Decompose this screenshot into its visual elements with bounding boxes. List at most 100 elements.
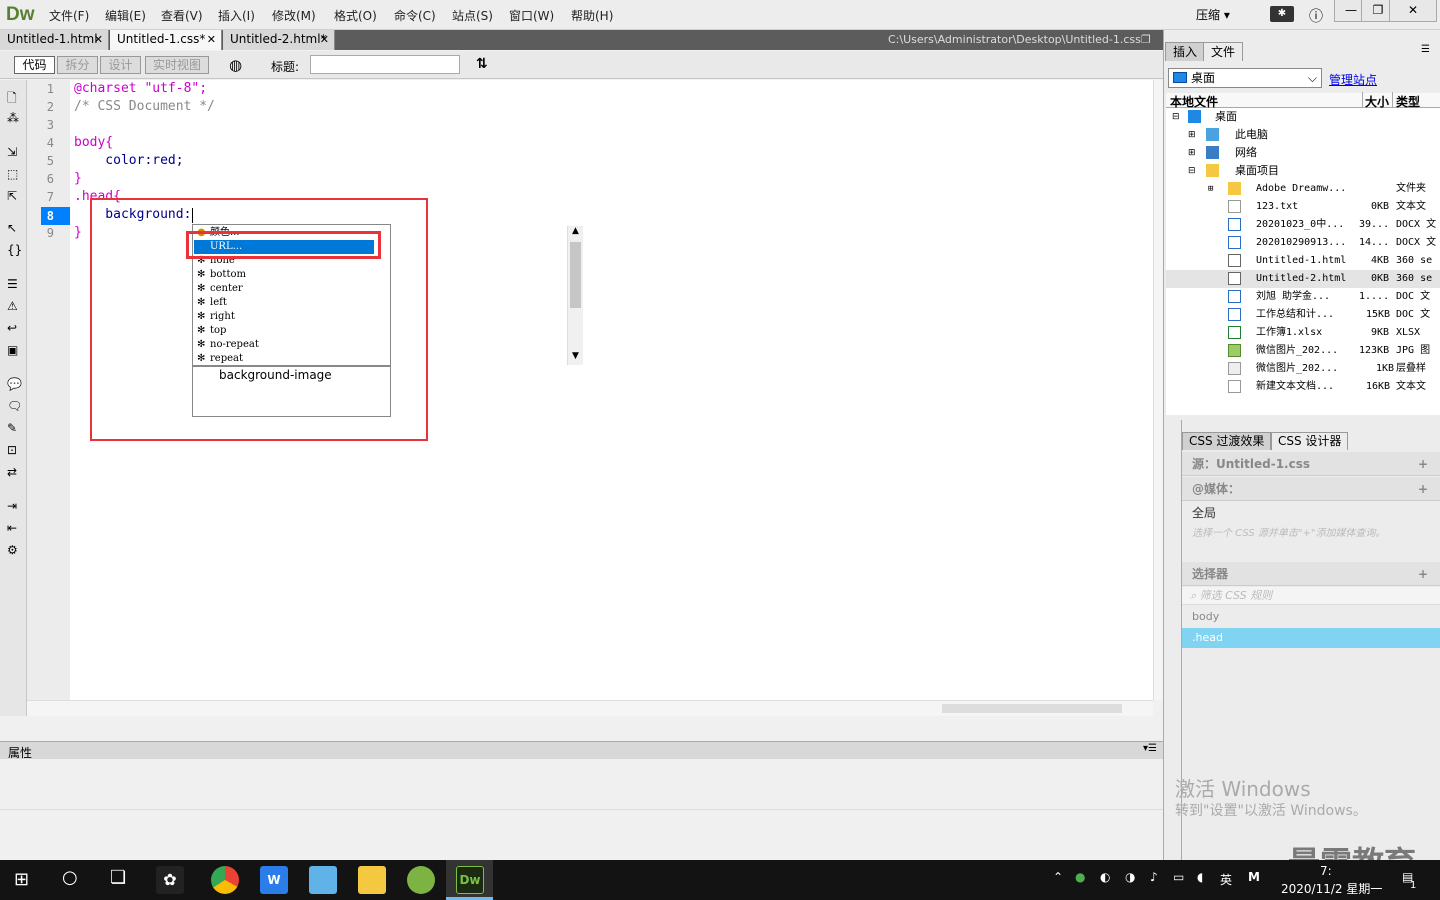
indent-icon[interactable]: ⇥: [7, 499, 17, 513]
tab-files[interactable]: 文件: [1203, 42, 1244, 61]
app-green-icon[interactable]: [407, 866, 435, 894]
workspace-switcher[interactable]: 压缩 ▾: [1196, 6, 1230, 23]
file-row[interactable]: 刘旭 助学金... 1.... DOC 文: [1166, 288, 1440, 306]
ime-indicator[interactable]: 英: [1220, 871, 1232, 888]
menu-insert[interactable]: 插入(I): [218, 7, 255, 24]
file-row[interactable]: 工作总结和计... 15KB DOC 文: [1166, 306, 1440, 324]
chrome-icon[interactable]: [211, 866, 239, 894]
file-row[interactable]: 20201029091З... 14... DOCX 文: [1166, 234, 1440, 252]
chevron-up-icon[interactable]: ⌃: [1053, 870, 1063, 884]
properties-panel-header[interactable]: 属性 ▾☰: [0, 741, 1163, 760]
wrap-tag-icon[interactable]: ✎: [7, 421, 17, 435]
tree-node[interactable]: ⊟ 桌面项目: [1166, 162, 1440, 180]
menu-window[interactable]: 窗口(W): [509, 7, 554, 24]
scroll-thumb[interactable]: [942, 704, 1122, 713]
hint-scrollbar[interactable]: ▲ ▼: [567, 226, 583, 365]
clock-time[interactable]: 7:: [1320, 864, 1332, 878]
balance-braces-icon[interactable]: {}: [7, 243, 22, 257]
tab-untitled-1-css[interactable]: Untitled-1.css* ✕: [110, 30, 222, 50]
chevron-up-icon[interactable]: ▲: [572, 226, 579, 236]
file-row[interactable]: ⊞ Adobe Dreamw... 文件夹: [1166, 180, 1440, 198]
file-row[interactable]: 微信图片_202... 123KB JPG 图: [1166, 342, 1440, 360]
task-view-icon[interactable]: ❏: [110, 867, 126, 888]
file-row[interactable]: 微信图片_202... 1KB 层叠样: [1166, 360, 1440, 378]
tree-node-desktop[interactable]: ⊟ 桌面: [1166, 108, 1440, 126]
ime-mode-icon[interactable]: M: [1248, 870, 1260, 884]
format-source-icon[interactable]: ⚙: [7, 543, 18, 557]
live-view-button[interactable]: 实时视图: [145, 56, 209, 74]
notes-icon[interactable]: [309, 866, 337, 894]
notification-bell-icon[interactable]: ♪: [1150, 870, 1158, 884]
info-icon[interactable]: ⓘ: [1309, 6, 1323, 26]
tab-untitled-1-html[interactable]: Untitled-1.html ✕: [0, 30, 109, 50]
menu-edit[interactable]: 编辑(E): [105, 7, 146, 24]
tree-node[interactable]: ⊞ 此电脑: [1166, 126, 1440, 144]
qq-icon[interactable]: ◑: [1125, 870, 1135, 884]
tab-insert[interactable]: 插入: [1165, 42, 1206, 61]
chevron-down-icon[interactable]: ▼: [572, 351, 579, 361]
menu-view[interactable]: 查看(V): [161, 7, 203, 24]
browser-preview-icon[interactable]: ◍: [229, 56, 242, 74]
panel-menu-icon[interactable]: ☰: [1421, 44, 1430, 55]
file-explorer-icon[interactable]: [358, 866, 386, 894]
editor-horizontal-scrollbar[interactable]: [27, 700, 1153, 716]
restore-document-icon[interactable]: ❐: [1141, 33, 1151, 46]
selector-body[interactable]: body: [1192, 610, 1219, 623]
close-icon[interactable]: ✕: [94, 30, 103, 49]
qq-icon[interactable]: ◐: [1100, 870, 1110, 884]
collapse-icon[interactable]: ⇱: [7, 189, 17, 203]
split-view-button[interactable]: 拆分: [57, 56, 98, 74]
menu-commands[interactable]: 命令(C): [394, 7, 436, 24]
manage-site-link[interactable]: 管理站点: [1329, 71, 1377, 88]
recent-snippets-icon[interactable]: ⊡: [7, 443, 17, 457]
select-parent-tag-icon[interactable]: ⬚: [7, 167, 18, 181]
close-icon[interactable]: ✕: [207, 30, 216, 49]
add-icon[interactable]: +: [1418, 562, 1428, 586]
outdent-icon[interactable]: ⇤: [7, 521, 17, 535]
expand-icon[interactable]: ⊞: [1188, 144, 1196, 162]
remove-comment-icon[interactable]: 🗨: [7, 399, 22, 413]
start-icon[interactable]: ⊞: [14, 869, 29, 890]
tree-node[interactable]: ⊞ 网络: [1166, 144, 1440, 162]
scroll-thumb[interactable]: [570, 242, 581, 308]
menu-help[interactable]: 帮助(H): [571, 7, 613, 24]
wps-icon[interactable]: W: [260, 866, 288, 894]
clock-date[interactable]: 2020/11/2 星期一: [1281, 880, 1382, 897]
add-icon[interactable]: +: [1418, 452, 1428, 476]
tab-css-designer[interactable]: CSS 设计器: [1271, 432, 1349, 450]
menu-site[interactable]: 站点(S): [452, 7, 493, 24]
selector-filter[interactable]: ⌕ 筛选 CSS 规则: [1182, 587, 1440, 605]
menu-file[interactable]: 文件(F): [49, 7, 89, 24]
media-global[interactable]: 全局: [1192, 504, 1216, 521]
code-view-button[interactable]: 代码: [14, 56, 55, 74]
file-row[interactable]: 新建文本文档... 16KB 文本文: [1166, 378, 1440, 396]
search-icon[interactable]: ○: [62, 867, 78, 888]
selectors-section[interactable]: 选择器 +: [1182, 562, 1440, 586]
syntax-coloring-icon[interactable]: ▣: [7, 343, 18, 357]
dreamweaver-icon[interactable]: Dw: [456, 866, 484, 894]
word-wrap-icon[interactable]: ↩: [7, 321, 17, 335]
line-numbers-icon[interactable]: ☰: [7, 277, 18, 291]
design-view-button[interactable]: 设计: [100, 56, 141, 74]
file-row[interactable]: Untitled-1.html 4KB 360 se: [1166, 252, 1440, 270]
selector-head-selected[interactable]: .head: [1182, 628, 1440, 648]
file-row[interactable]: 123.txt 0KB 文本文: [1166, 198, 1440, 216]
highlight-invalid-icon[interactable]: ⚠: [7, 299, 18, 313]
site-dropdown[interactable]: 桌面 ⌵: [1168, 68, 1322, 88]
network-icon[interactable]: ▭: [1173, 870, 1184, 884]
file-transfer-icon[interactable]: ⇅: [476, 56, 488, 72]
snippets-icon[interactable]: ⁂: [7, 111, 19, 125]
file-row[interactable]: 20201023_0中... 39... DOCX 文: [1166, 216, 1440, 234]
wechat-icon[interactable]: ●: [1075, 870, 1085, 884]
select-icon[interactable]: ↖: [7, 221, 17, 235]
file-row-selected[interactable]: Untitled-2.html 0KB 360 se: [1166, 270, 1440, 288]
title-input[interactable]: [310, 55, 460, 74]
volume-icon[interactable]: ◖: [1197, 870, 1203, 884]
sources-section[interactable]: 源：Untitled-1.css +: [1182, 452, 1440, 476]
panel-menu-icon[interactable]: ▾☰: [1143, 743, 1157, 754]
expand-all-icon[interactable]: ⇲: [7, 145, 17, 159]
media-section[interactable]: @媒体： +: [1182, 477, 1440, 501]
close-button[interactable]: ✕: [1389, 0, 1437, 22]
move-css-icon[interactable]: ⇄: [7, 465, 17, 479]
open-documents-icon[interactable]: 🗋: [7, 89, 17, 110]
